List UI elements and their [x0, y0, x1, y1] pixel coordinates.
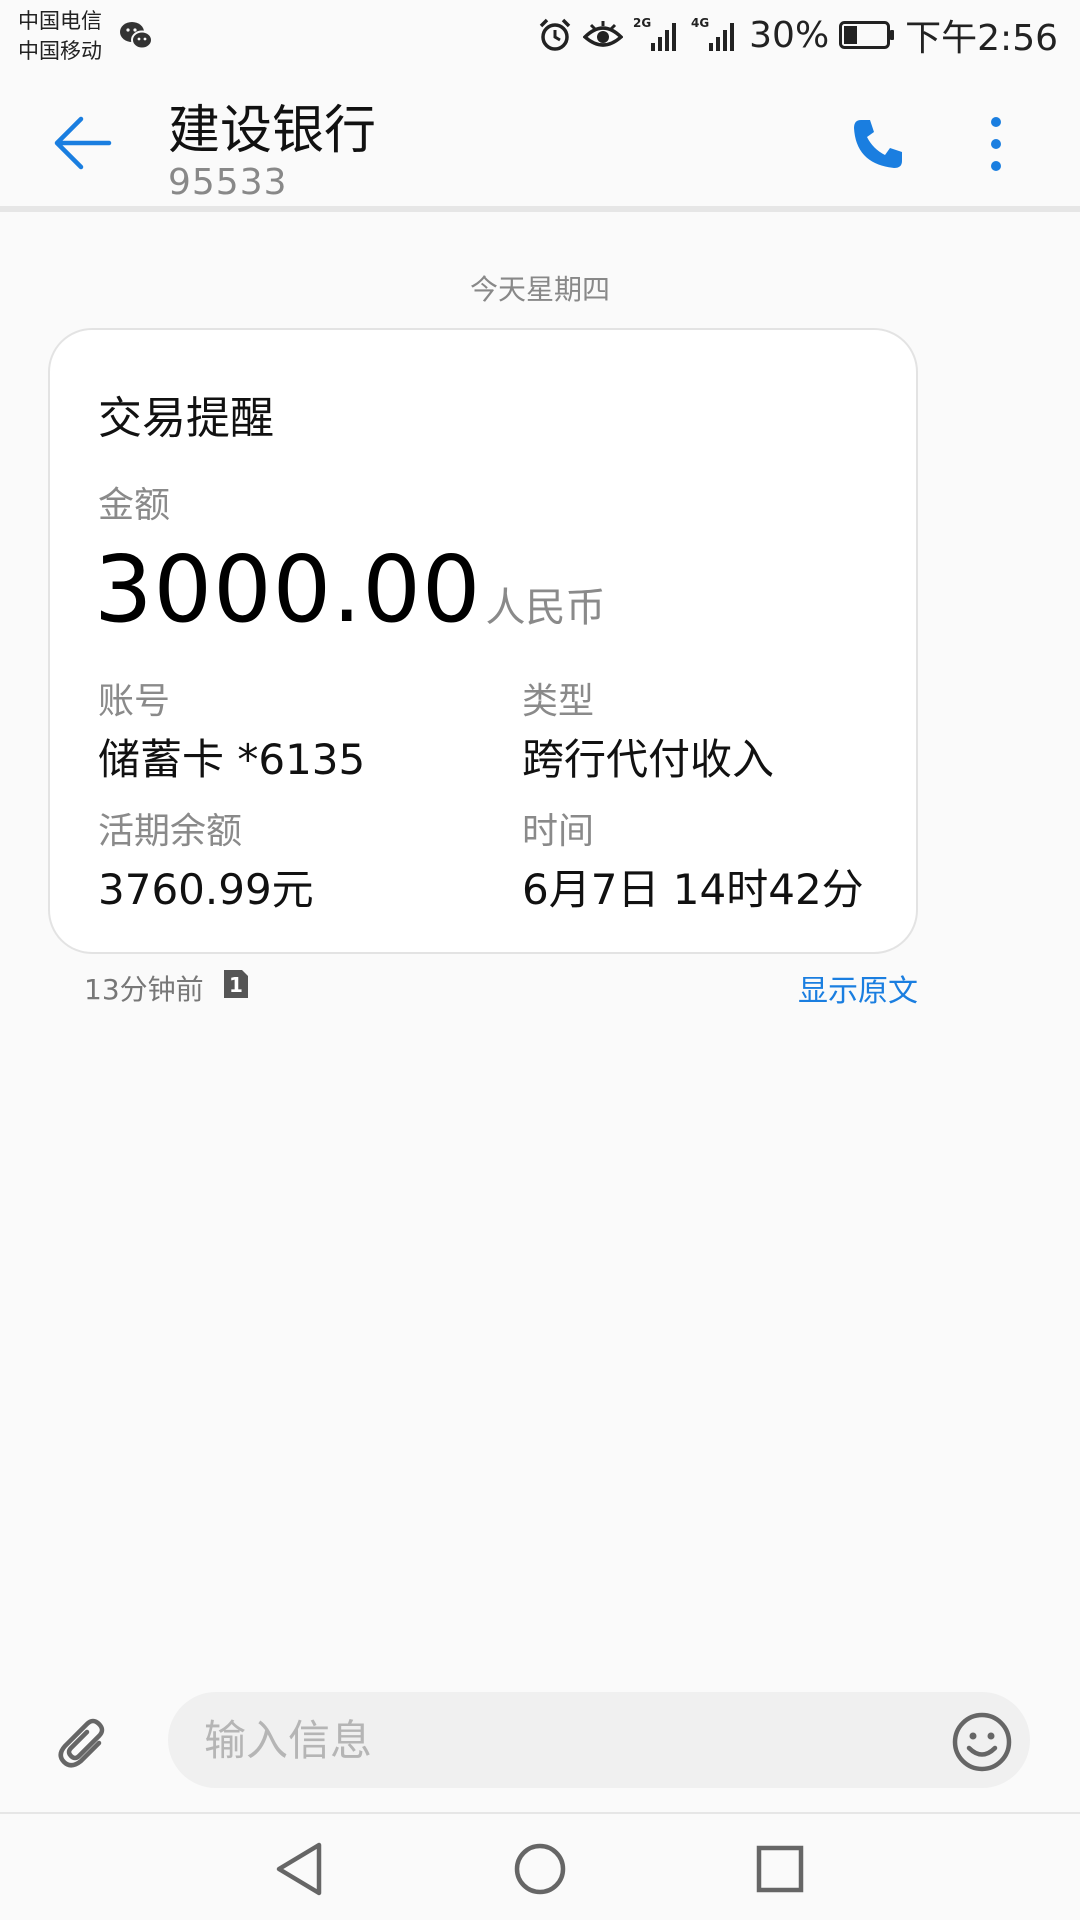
- navigation-bar: [0, 1812, 1080, 1920]
- carrier-2: 中国移动: [18, 39, 102, 63]
- contact-number: 95533: [168, 162, 288, 203]
- more-vertical-icon: [991, 117, 1001, 171]
- show-original-link[interactable]: 显示原文: [780, 966, 918, 1010]
- type-label: 类型: [522, 681, 595, 722]
- clock: 下午2:56: [905, 18, 1058, 59]
- svg-text:2G: 2G: [633, 16, 651, 30]
- eye-icon: [583, 15, 624, 55]
- wechat-icon: [120, 22, 153, 50]
- app-bar: 建设银行 95533: [0, 72, 1080, 212]
- more-options-button[interactable]: [976, 112, 1016, 176]
- carrier-info: 中国电信 中国移动: [18, 6, 128, 66]
- triangle-back-icon: [276, 1842, 322, 1896]
- call-button[interactable]: [846, 112, 910, 176]
- nav-home-button[interactable]: [505, 1834, 575, 1904]
- battery-percent: 30%: [749, 14, 830, 56]
- circle-home-icon: [514, 1843, 566, 1895]
- nav-back-button[interactable]: [264, 1834, 334, 1904]
- battery-icon: [839, 15, 895, 55]
- svg-text:4G: 4G: [691, 16, 709, 30]
- square-recents-icon: [756, 1845, 804, 1893]
- contact-name: 建设银行: [168, 101, 377, 161]
- sim-card-icon: 1: [224, 970, 248, 998]
- time-value: 6月7日 14时42分: [522, 865, 864, 914]
- account-label: 账号: [98, 681, 171, 722]
- balance-label: 活期余额: [98, 811, 243, 852]
- smiley-icon: [952, 1712, 1012, 1772]
- emoji-button[interactable]: [950, 1710, 1014, 1774]
- nav-recents-button[interactable]: [745, 1834, 815, 1904]
- carrier-1: 中国电信: [18, 9, 102, 33]
- amount-unit: 人民币: [485, 585, 606, 631]
- attach-button[interactable]: [52, 1710, 118, 1776]
- phone-icon: [854, 120, 902, 168]
- transaction-card[interactable]: 交易提醒 金额 3000.00 人民币 账号 储蓄卡 *6135 类型 跨行代付…: [48, 328, 918, 954]
- status-icons: 2G 4G 30% 下午2:56: [537, 10, 1058, 60]
- amount-value: 3000.00: [94, 536, 482, 643]
- signal-icon-sim1: 2G: [633, 15, 681, 55]
- balance-value: 3760.99元: [98, 865, 314, 914]
- svg-text:1: 1: [229, 973, 243, 997]
- status-bar: 中国电信 中国移动 2G 4G 30% 下午2:56: [0, 0, 1080, 72]
- date-separator: 今天星期四: [469, 273, 610, 306]
- back-arrow-icon: [54, 116, 112, 170]
- message-time: 13分钟前: [84, 973, 204, 1006]
- message-input[interactable]: [168, 1692, 1030, 1788]
- amount-label: 金额: [98, 485, 171, 526]
- amount-row: 3000.00 人民币: [94, 536, 605, 643]
- alarm-icon: [537, 15, 573, 55]
- type-value: 跨行代付收入: [522, 735, 775, 784]
- back-button[interactable]: [40, 108, 126, 178]
- signal-icon-sim2: 4G: [691, 15, 739, 55]
- time-label: 时间: [522, 811, 595, 852]
- card-title: 交易提醒: [98, 393, 274, 444]
- sms-conversation-screen: 中国电信 中国移动 2G 4G 30% 下午2:56 建设银行 95533 今天…: [0, 0, 1080, 1920]
- paperclip-icon: [58, 1718, 105, 1768]
- account-value: 储蓄卡 *6135: [98, 735, 366, 784]
